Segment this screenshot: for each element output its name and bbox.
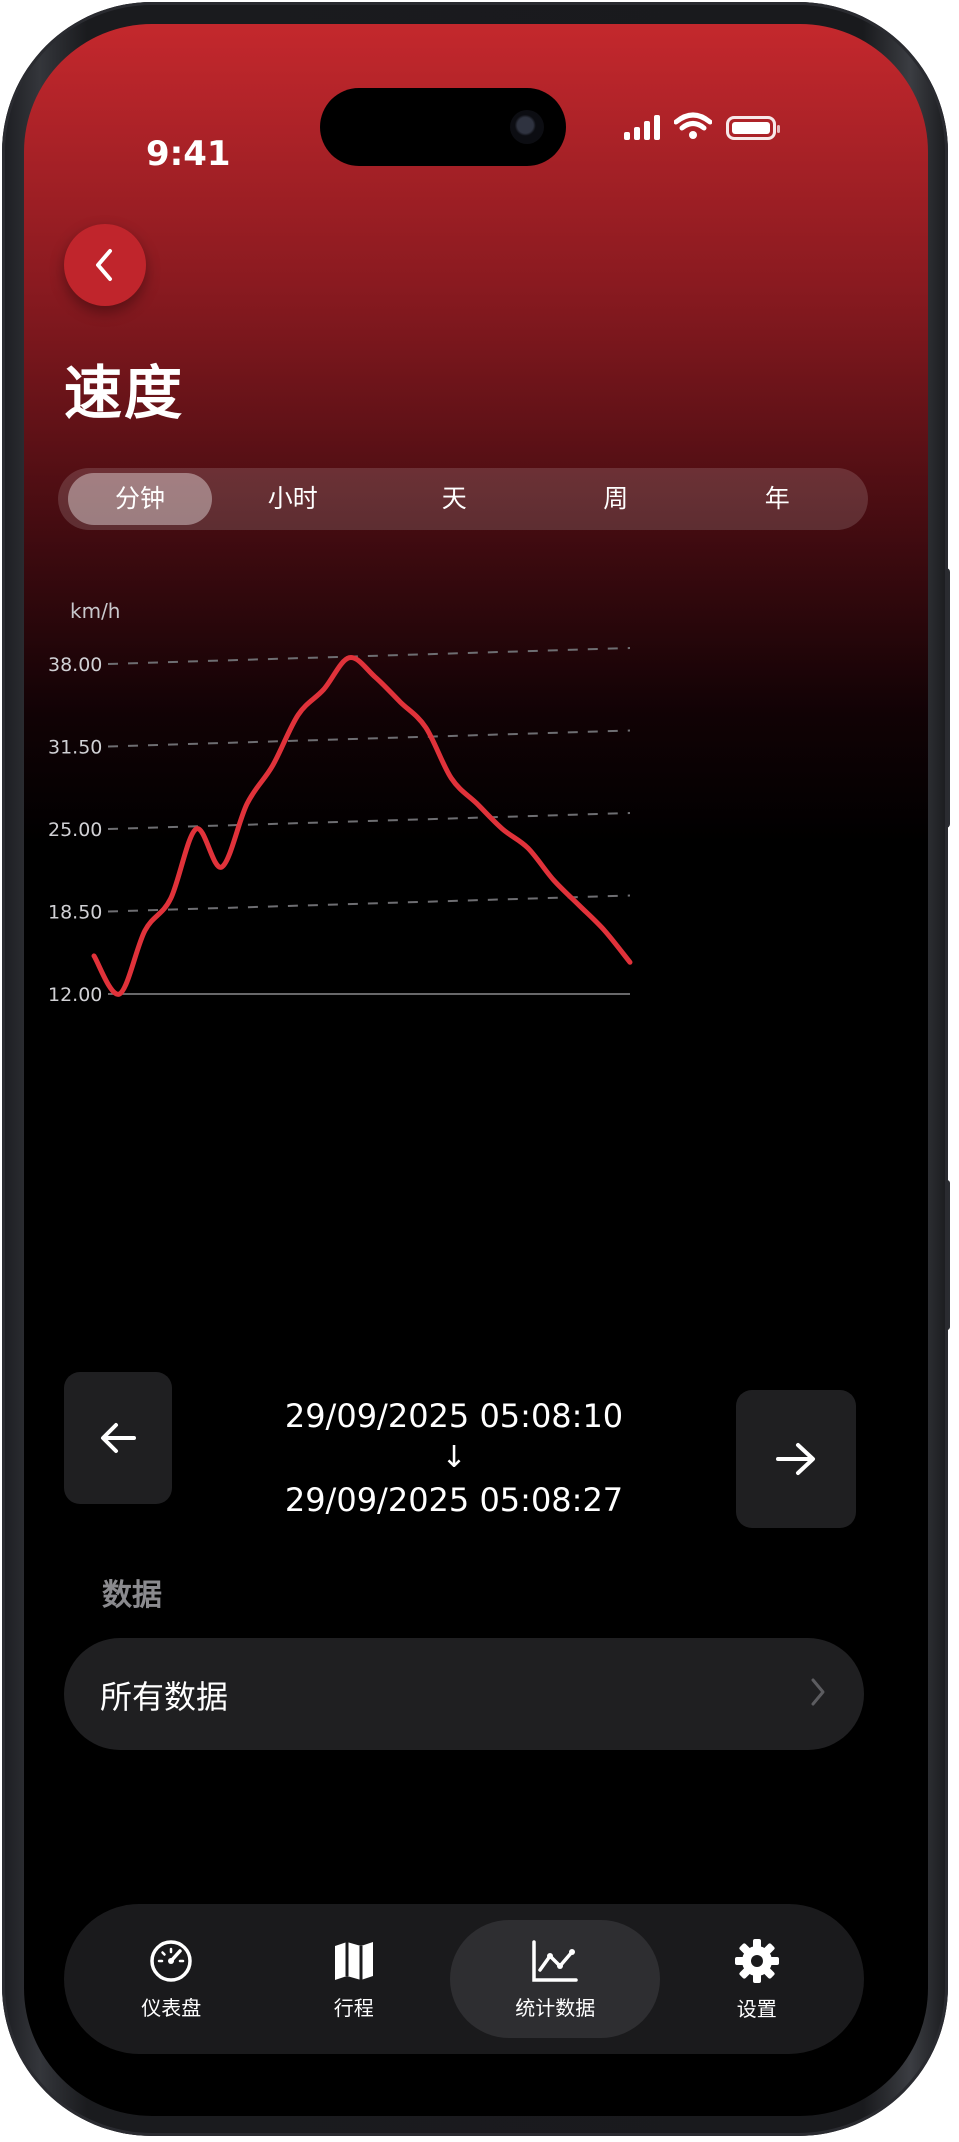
arrow-left-icon (101, 1423, 136, 1453)
tab-statistics[interactable]: 统计数据 (450, 1920, 661, 2038)
phone-frame: 9:41 速度 分钟 小时 天 周 年 km/h 38.00 31.50 25.… (2, 2, 948, 2136)
time-range-segmented-control: 分钟 小时 天 周 年 (58, 468, 868, 530)
tab-trips-label: 行程 (333, 1995, 374, 2020)
speed-series-line (91, 655, 633, 997)
tab-settings-label: 设置 (736, 1996, 777, 2021)
segment-week[interactable]: 周 (535, 473, 697, 525)
camera-icon (510, 110, 544, 144)
y-tick-label: 18.50 (48, 902, 102, 924)
chart-icon (532, 1939, 578, 1982)
app-screen: 9:41 速度 分钟 小时 天 周 年 km/h 38.00 31.50 25.… (24, 24, 928, 2116)
speedometer-icon (150, 1939, 192, 1982)
all-data-row[interactable]: 所有数据 (64, 1638, 864, 1750)
tab-settings[interactable]: 设置 (671, 1920, 843, 2038)
grid-line (107, 647, 631, 665)
y-tick-label: 31.50 (48, 737, 102, 759)
date-range: 29/09/2025 05:08:10 ↓ 29/09/2025 05:08:2… (224, 1394, 684, 1522)
tab-statistics-label: 统计数据 (515, 1995, 596, 2020)
segment-hour[interactable]: 小时 (212, 473, 374, 525)
status-icons (624, 112, 780, 140)
chevron-left-icon (96, 249, 112, 281)
stage: 9:41 速度 分钟 小时 天 周 年 km/h 38.00 31.50 25.… (0, 0, 959, 2142)
gear-icon (734, 1938, 779, 1983)
grid-line (107, 729, 631, 748)
speed-line-chart: km/h 38.00 31.50 25.00 18.50 12.00 (48, 599, 633, 1006)
data-section-heading: 数据 (102, 1578, 162, 1613)
tick-layer: 38.00 31.50 25.00 18.50 12.00 (48, 654, 102, 1006)
dynamic-island (320, 88, 566, 166)
chevron-right-icon (811, 1678, 825, 1706)
range-end: 29/09/2025 05:08:27 (284, 1481, 624, 1519)
all-data-label: 所有数据 (100, 1678, 229, 1716)
back-button[interactable] (64, 224, 146, 306)
segment-day[interactable]: 天 (374, 473, 536, 525)
unit-label: km/h (70, 599, 120, 623)
segment-year[interactable]: 年 (697, 473, 859, 525)
y-tick-label: 12.00 (48, 984, 102, 1006)
range-start: 29/09/2025 05:08:10 (284, 1397, 624, 1435)
battery-level (732, 122, 770, 134)
arrow-right-icon (776, 1443, 815, 1475)
range-arrow: ↓ (441, 1440, 467, 1475)
next-range-button[interactable] (736, 1390, 856, 1528)
tab-dashboard-label: 仪表盘 (141, 1995, 202, 2020)
tab-trips[interactable]: 行程 (268, 1920, 440, 2038)
grid-layer (107, 647, 631, 995)
y-tick-label: 38.00 (48, 654, 102, 676)
page-title: 速度 (64, 359, 185, 427)
grid-line (107, 812, 631, 830)
battery-icon (726, 116, 780, 140)
segment-minute[interactable]: 分钟 (68, 473, 212, 525)
grid-line (107, 894, 631, 913)
wifi-icon (674, 112, 712, 139)
bottom-tab-bar: 仪表盘 行程 统计数据 设置 (64, 1904, 864, 2054)
previous-range-button[interactable] (64, 1372, 172, 1504)
cellular-signal-icon (624, 114, 660, 140)
map-icon (334, 1941, 373, 1980)
status-time: 9:41 (146, 134, 231, 174)
y-tick-label: 25.00 (48, 819, 102, 841)
tab-dashboard[interactable]: 仪表盘 (85, 1920, 257, 2038)
